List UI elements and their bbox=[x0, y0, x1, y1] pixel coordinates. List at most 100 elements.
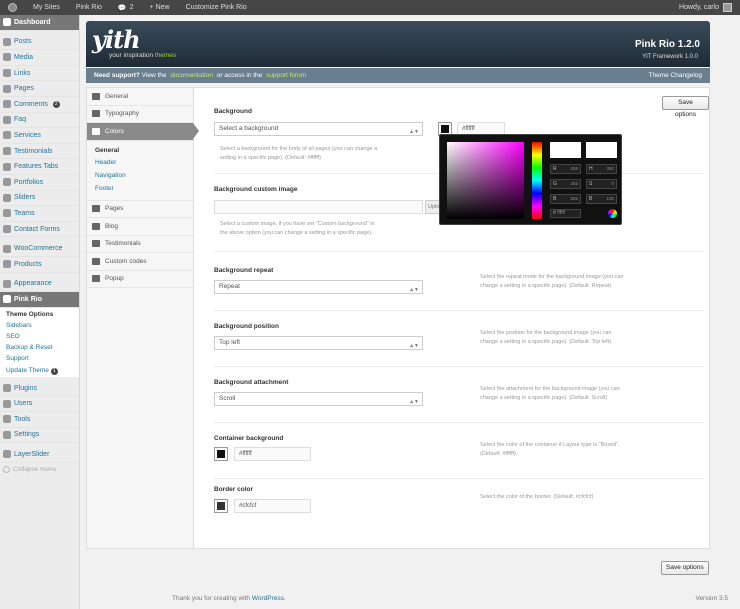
sidebar-item-contact-forms[interactable]: Contact Forms bbox=[0, 222, 79, 238]
tab-label: Blog bbox=[105, 222, 119, 230]
hex-field[interactable]: # ffffff bbox=[550, 209, 581, 218]
sidebar-item-label: Links bbox=[14, 69, 31, 77]
submenu-seo[interactable]: SEO bbox=[0, 331, 79, 342]
sidebar-item-portfolios[interactable]: Portfolios bbox=[0, 175, 79, 191]
colors-subnav: General Header Navigation Footer bbox=[87, 141, 193, 201]
sidebar-item-settings[interactable]: Settings bbox=[0, 428, 79, 444]
option-background-attachment: Background attachment Scroll ▲▼ Select th… bbox=[214, 379, 704, 423]
sidebar-item-media[interactable]: Media bbox=[0, 50, 79, 66]
field-value: 0 bbox=[611, 181, 614, 186]
container-color-swatch[interactable] bbox=[214, 447, 228, 461]
customize-link[interactable]: Customize Pink Rio bbox=[178, 0, 255, 15]
sidebar-item-label: Testimonials bbox=[14, 147, 53, 155]
sidebar-item-users[interactable]: Users bbox=[0, 396, 79, 412]
sidebar-item-comments[interactable]: Comments 2 bbox=[0, 97, 79, 113]
subtab-general[interactable]: General bbox=[95, 145, 193, 158]
option-description: Select the repeat mode for the backgroun… bbox=[480, 274, 624, 289]
tab-label: Pages bbox=[105, 205, 124, 213]
sidebar-item-sliders[interactable]: Sliders bbox=[0, 191, 79, 207]
color-wheel-icon[interactable] bbox=[608, 209, 617, 218]
tab-pages[interactable]: Pages bbox=[87, 201, 193, 219]
comments-link[interactable]: 💬 2 bbox=[110, 0, 142, 15]
subtab-navigation[interactable]: Navigation bbox=[95, 170, 193, 183]
sidebar-item-testimonials[interactable]: Testimonials bbox=[0, 144, 79, 160]
sidebar-item-plugins[interactable]: Plugins bbox=[0, 381, 79, 397]
new-content-link[interactable]: + New bbox=[142, 0, 178, 15]
documentation-link[interactable]: documentation bbox=[170, 72, 213, 79]
theme-changelog-link[interactable]: Theme Changelog bbox=[649, 72, 702, 79]
mail-icon bbox=[3, 225, 11, 234]
support-bar: Need support? View the documentation or … bbox=[86, 68, 710, 83]
submenu-backup-reset[interactable]: Backup & Reset bbox=[0, 342, 79, 353]
sidebar-item-pink-rio[interactable]: Pink Rio bbox=[0, 292, 79, 308]
background-position-select[interactable]: Top left ▲▼ bbox=[214, 336, 423, 350]
tab-custom-codes[interactable]: Custom codes bbox=[87, 253, 193, 271]
tab-label: Colors bbox=[105, 127, 124, 135]
sidebar-item-teams[interactable]: Teams bbox=[0, 206, 79, 222]
sidebar-item-services[interactable]: Services bbox=[0, 128, 79, 144]
wordpress-logo-button[interactable] bbox=[0, 0, 25, 15]
save-options-button-bottom[interactable]: Save options bbox=[661, 561, 709, 575]
sidebar-item-dashboard[interactable]: Dashboard bbox=[0, 15, 79, 31]
submenu-sidebars[interactable]: Sidebars bbox=[0, 320, 79, 331]
option-title: Background attachment bbox=[214, 379, 289, 386]
background-repeat-select[interactable]: Repeat ▲▼ bbox=[214, 280, 423, 294]
tab-popup[interactable]: Popup bbox=[87, 271, 193, 289]
sidebar-item-label: Portfolios bbox=[14, 178, 44, 186]
sidebar-item-pages[interactable]: Pages bbox=[0, 81, 79, 97]
submenu-theme-options[interactable]: Theme Options bbox=[0, 309, 79, 320]
field-label: H bbox=[589, 166, 593, 172]
hue-slider[interactable] bbox=[532, 142, 542, 219]
field-label: S bbox=[589, 181, 593, 187]
tab-colors[interactable]: Colors bbox=[87, 123, 199, 141]
sidebar-item-links[interactable]: Links bbox=[0, 66, 79, 82]
quote-icon bbox=[3, 147, 11, 156]
site-name-label: Pink Rio bbox=[75, 4, 102, 11]
tagline-accent: themes bbox=[154, 52, 177, 59]
wordpress-link[interactable]: WordPress. bbox=[252, 595, 286, 602]
sidebar-item-products[interactable]: Products bbox=[0, 257, 79, 273]
subtab-footer[interactable]: Footer bbox=[95, 183, 193, 196]
collapse-menu-button[interactable]: Collapse menu bbox=[0, 463, 79, 477]
sidebar-item-tools[interactable]: Tools bbox=[0, 412, 79, 428]
option-description: Select the color of the container if Lay… bbox=[480, 442, 620, 457]
submenu-update-theme[interactable]: Update Theme 1 bbox=[0, 365, 79, 376]
yith-icon bbox=[3, 295, 11, 304]
saturation-field[interactable]: S0 bbox=[586, 179, 617, 189]
tagline-text: your inspiration bbox=[109, 52, 155, 59]
tab-typography[interactable]: Typography bbox=[87, 106, 193, 123]
submenu-support[interactable]: Support bbox=[0, 353, 79, 364]
border-color-swatch[interactable] bbox=[214, 499, 228, 513]
sidebar-item-woocommerce[interactable]: WooCommerce bbox=[0, 241, 79, 257]
brightness-field[interactable]: B 100 bbox=[586, 194, 617, 204]
admin-bar: My Sites Pink Rio 💬 2 + New Customize Pin… bbox=[0, 0, 740, 15]
site-name-link[interactable]: Pink Rio bbox=[68, 0, 110, 15]
option-background-repeat: Background repeat Repeat ▲▼ Select the re… bbox=[214, 267, 704, 311]
subtab-header[interactable]: Header bbox=[95, 157, 193, 170]
sidebar-item-layerslider[interactable]: LayerSlider bbox=[0, 447, 79, 463]
collapse-icon bbox=[3, 466, 10, 474]
tab-blog[interactable]: Blog bbox=[87, 218, 193, 236]
background-select[interactable]: Select a background ▲▼ bbox=[214, 122, 423, 136]
red-field[interactable]: R 255 bbox=[550, 164, 581, 174]
my-sites-link[interactable]: My Sites bbox=[25, 0, 68, 15]
account-menu[interactable]: Howdy, carlo bbox=[671, 0, 740, 15]
saturation-area[interactable] bbox=[447, 142, 524, 219]
support-forum-link[interactable]: support forum bbox=[266, 72, 306, 79]
tab-label: General bbox=[105, 92, 129, 100]
sidebar-item-features-tabs[interactable]: Features Tabs bbox=[0, 159, 79, 175]
background-attachment-select[interactable]: Scroll ▲▼ bbox=[214, 392, 423, 406]
footer-version: Version 3.5 bbox=[695, 595, 728, 602]
container-color-input[interactable]: #ffffff bbox=[234, 447, 311, 461]
sidebar-item-appearance[interactable]: Appearance bbox=[0, 277, 79, 293]
border-color-input[interactable]: #cfcfcf bbox=[234, 499, 311, 513]
tab-testimonials[interactable]: Testimonials bbox=[87, 236, 193, 254]
tab-general[interactable]: General bbox=[87, 88, 193, 106]
green-field[interactable]: G 255 bbox=[550, 179, 581, 189]
hue-field[interactable]: H 360 bbox=[586, 164, 617, 174]
blue-field[interactable]: B 255 bbox=[550, 194, 581, 204]
background-image-input[interactable] bbox=[214, 200, 423, 214]
sidebar-item-posts[interactable]: Posts bbox=[0, 35, 79, 51]
field-value: 100 bbox=[606, 196, 614, 201]
sidebar-item-faq[interactable]: Faq bbox=[0, 113, 79, 129]
